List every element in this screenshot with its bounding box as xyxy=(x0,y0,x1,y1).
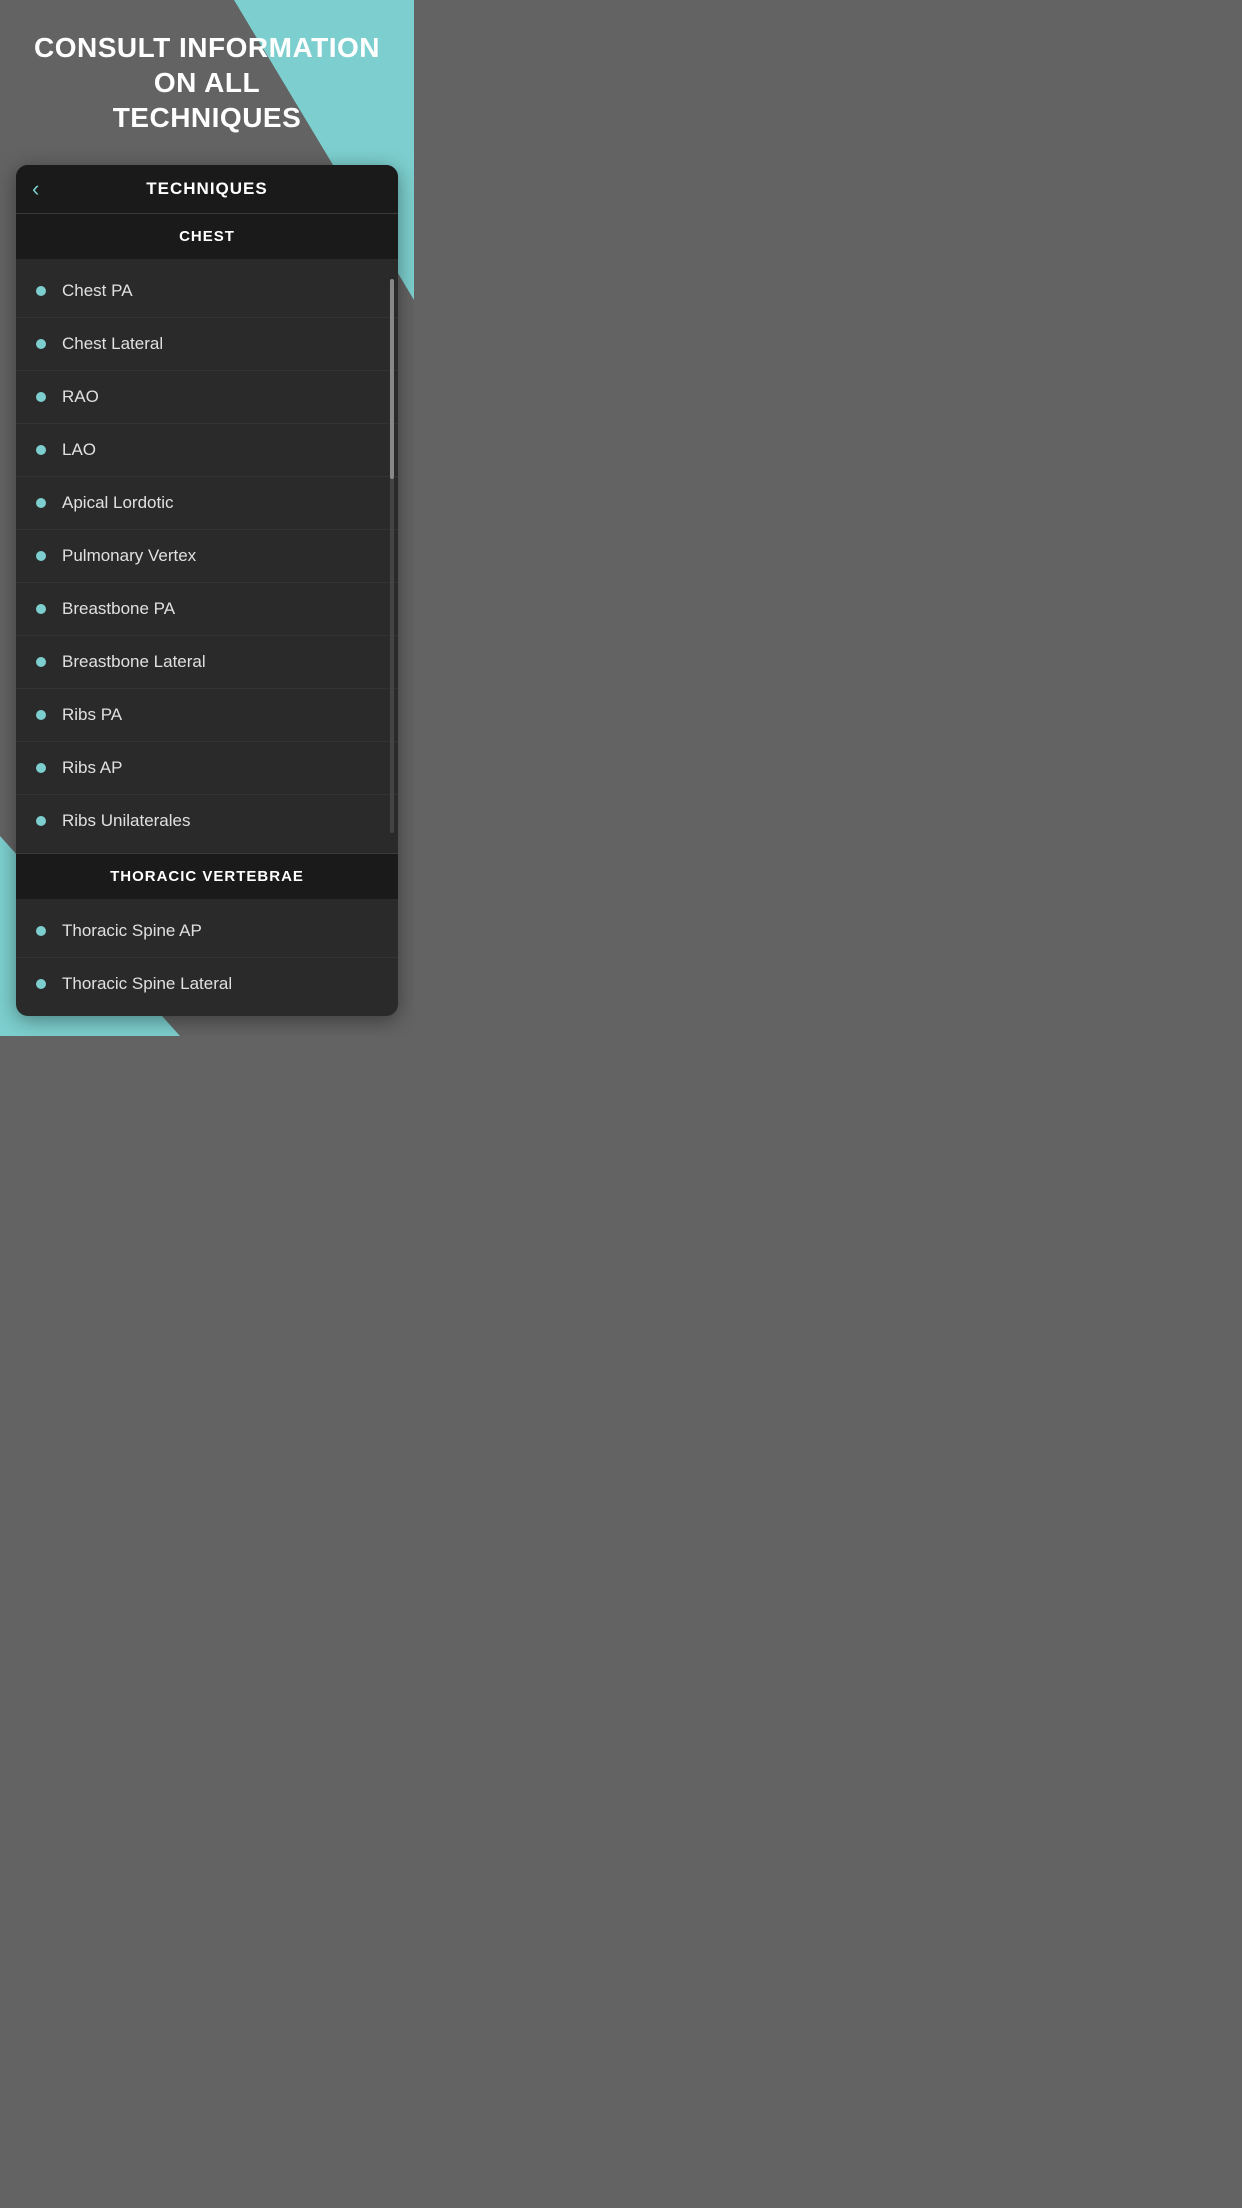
list-item-label: Breastbone Lateral xyxy=(62,652,206,672)
bullet-icon xyxy=(36,339,46,349)
list-item-label: Thoracic Spine AP xyxy=(62,921,202,941)
techniques-card: ‹ TECHNIQUES CHEST Chest PA Che xyxy=(16,165,398,1016)
scrollbar-track xyxy=(390,279,394,833)
chest-list: Chest PA Chest Lateral RAO LAO Apical Lo xyxy=(16,259,398,853)
page-content: CONSULT INFORMATION ON ALL TECHNIQUES ‹ … xyxy=(0,0,414,1036)
list-item-label: Thoracic Spine Lateral xyxy=(62,974,232,994)
back-button[interactable]: ‹ xyxy=(32,176,39,202)
bullet-icon xyxy=(36,445,46,455)
background: CONSULT INFORMATION ON ALL TECHNIQUES ‹ … xyxy=(0,0,414,1036)
list-item-label: Chest PA xyxy=(62,281,133,301)
list-item-thoracic-spine-ap[interactable]: Thoracic Spine AP xyxy=(16,905,398,958)
bullet-icon xyxy=(36,979,46,989)
bullet-icon xyxy=(36,657,46,667)
list-item-label: RAO xyxy=(62,387,99,407)
list-item-label: LAO xyxy=(62,440,96,460)
bullet-icon xyxy=(36,392,46,402)
list-item-label: Apical Lordotic xyxy=(62,493,174,513)
list-item-label: Ribs PA xyxy=(62,705,122,725)
page-title: CONSULT INFORMATION ON ALL TECHNIQUES xyxy=(34,30,380,135)
section-header-thoracic: THORACIC VERTEBRAE xyxy=(16,853,398,899)
bullet-icon xyxy=(36,763,46,773)
back-arrow-icon: ‹ xyxy=(32,176,39,202)
list-item-ribs-unilaterales[interactable]: Ribs Unilaterales xyxy=(16,795,398,847)
bullet-icon xyxy=(36,710,46,720)
list-item-rao[interactable]: RAO xyxy=(16,371,398,424)
bullet-icon xyxy=(36,604,46,614)
list-item-ribs-ap[interactable]: Ribs AP xyxy=(16,742,398,795)
list-item-label: Ribs Unilaterales xyxy=(62,811,191,831)
bullet-icon xyxy=(36,926,46,936)
bullet-icon xyxy=(36,816,46,826)
thoracic-list: Thoracic Spine AP Thoracic Spine Lateral xyxy=(16,899,398,1016)
list-item-pulmonary-vertex[interactable]: Pulmonary Vertex xyxy=(16,530,398,583)
list-item-chest-pa[interactable]: Chest PA xyxy=(16,265,398,318)
list-item-label: Ribs AP xyxy=(62,758,122,778)
bullet-icon xyxy=(36,551,46,561)
card-nav-title: TECHNIQUES xyxy=(32,179,382,199)
list-item-label: Pulmonary Vertex xyxy=(62,546,196,566)
bullet-icon xyxy=(36,286,46,296)
scrollbar-thumb[interactable] xyxy=(390,279,394,479)
section-header-chest: CHEST xyxy=(16,213,398,259)
card-header: ‹ TECHNIQUES xyxy=(16,165,398,213)
list-item-apical-lordotic[interactable]: Apical Lordotic xyxy=(16,477,398,530)
list-item-breastbone-lateral[interactable]: Breastbone Lateral xyxy=(16,636,398,689)
list-item-label: Chest Lateral xyxy=(62,334,163,354)
list-item-chest-lateral[interactable]: Chest Lateral xyxy=(16,318,398,371)
list-item-label: Breastbone PA xyxy=(62,599,175,619)
list-item-ribs-pa[interactable]: Ribs PA xyxy=(16,689,398,742)
bullet-icon xyxy=(36,498,46,508)
list-item-thoracic-spine-lateral[interactable]: Thoracic Spine Lateral xyxy=(16,958,398,1010)
list-item-breastbone-pa[interactable]: Breastbone PA xyxy=(16,583,398,636)
list-item-lao[interactable]: LAO xyxy=(16,424,398,477)
